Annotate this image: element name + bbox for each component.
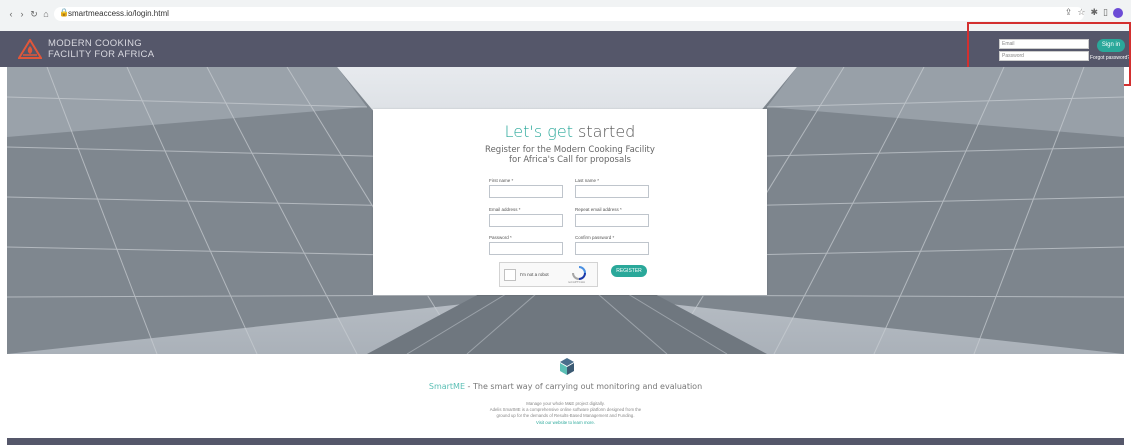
recaptcha-widget: I'm not a robot reCAPTCHA [499,262,598,287]
recaptcha-brand: reCAPTCHA [568,280,586,284]
forward-icon[interactable]: › [17,9,27,19]
browser-toolbar: ‹ › ↻ ⌂ 🔒 smartmeaccess.io/login.html ⇪ … [0,0,1131,32]
smartme-tagline: SmartME - The smart way of carrying out … [0,382,1131,391]
card-title: Let's get started [373,122,767,141]
reload-icon[interactable]: ↻ [29,9,39,19]
card-title-rest: started [572,122,636,141]
last-name-label: Last name * [575,178,600,183]
recaptcha-label: I'm not a robot [520,272,549,277]
card-subtitle-line-2: for Africa's Call for proposals [509,155,631,165]
flame-logo-icon [18,39,42,59]
email-address-label: Email address * [489,207,521,212]
recaptcha-icon [572,266,586,280]
password-label: Password * [489,235,512,240]
star-icon[interactable]: ☆ [1077,7,1085,18]
first-name-input[interactable] [489,185,563,198]
logo-text: MODERN COOKING FACILITY FOR AFRICA [48,38,154,60]
footer-bar [7,438,1124,445]
smartme-logo-icon [560,358,574,375]
sidebar-icon[interactable]: ▯ [1103,7,1108,18]
site-header: MODERN COOKING FACILITY FOR AFRICA [0,31,1131,67]
card-title-accent: Let's get [504,122,573,141]
repeat-email-input[interactable] [575,214,649,227]
share-icon[interactable]: ⇪ [1065,7,1073,18]
address-bar[interactable]: 🔒 smartmeaccess.io/login.html [54,7,1084,21]
logo-line-2: FACILITY FOR AFRICA [48,49,155,60]
repeat-email-label: Repeat email address * [575,207,622,212]
card-subtitle-line-1: Register for the Modern Cooking Facility [485,145,655,155]
extensions-icon[interactable]: ✱ [1091,7,1099,18]
smartme-brand: SmartME [428,382,466,391]
last-name-input[interactable] [575,185,649,198]
register-button[interactable]: REGISTER [611,265,647,277]
profile-avatar[interactable] [1113,7,1123,18]
smartme-tagline-rest: - The smart way of carrying out monitori… [465,382,703,391]
register-card: Let's get started Register for the Moder… [373,109,767,295]
url-text: smartmeaccess.io/login.html [68,9,169,18]
card-subtitle: Register for the Modern Cooking Facility… [373,145,767,165]
email-address-input[interactable] [489,214,563,227]
smartme-description: Manage your whole M&E project digitally.… [0,401,1131,426]
home-icon[interactable]: ⌂ [41,9,51,19]
password-input[interactable] [489,242,563,255]
logo-line-1: MODERN COOKING [48,38,142,49]
smartme-website-link[interactable]: Visit our website to learn more. [0,420,1131,426]
first-name-label: First name * [489,178,514,183]
confirm-password-input[interactable] [575,242,649,255]
confirm-password-label: Confirm password * [575,235,615,240]
recaptcha-checkbox[interactable] [504,269,516,281]
back-icon[interactable]: ‹ [6,9,16,19]
